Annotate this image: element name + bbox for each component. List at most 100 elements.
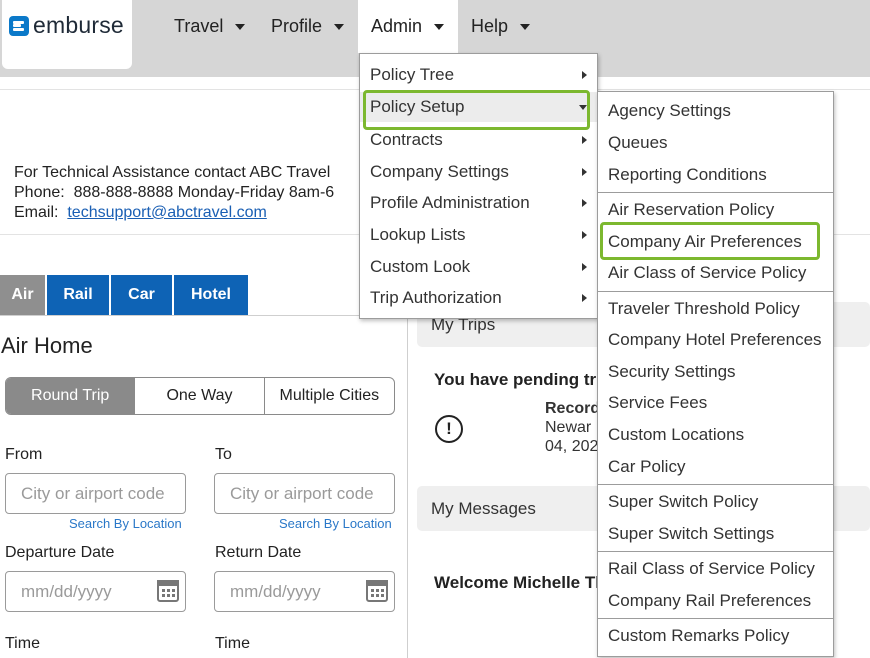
submenu-item-reporting-conditions[interactable]: Reporting Conditions	[598, 160, 833, 190]
record-title[interactable]: Record	[545, 400, 600, 418]
nav-profile[interactable]: Profile	[260, 0, 358, 53]
tech-support-block: For Technical Assistance contact ABC Tra…	[14, 163, 334, 223]
menu-item-label: Lookup Lists	[370, 225, 466, 244]
to-label: To	[215, 446, 232, 463]
record-route: Newar	[545, 419, 592, 436]
submenu-separator	[598, 618, 833, 619]
trip-type-toggle: Round Trip One Way Multiple Cities	[5, 377, 395, 415]
return-time-label: Time	[215, 635, 250, 652]
chevron-right-icon	[582, 263, 587, 271]
submenu-item-service-fees[interactable]: Service Fees	[598, 388, 833, 418]
one-way-option[interactable]: One Way	[135, 378, 265, 414]
phone-value: 888-888-8888 Monday-Friday 8am-6	[73, 184, 335, 201]
chevron-right-icon	[582, 294, 587, 302]
submenu-separator	[598, 291, 833, 292]
menu-item-profile-administration[interactable]: Profile Administration	[360, 188, 597, 218]
column-divider	[407, 316, 408, 658]
chevron-right-icon	[582, 71, 587, 79]
menu-item-label: Profile Administration	[370, 193, 530, 212]
submenu-item-custom-locations[interactable]: Custom Locations	[598, 420, 833, 450]
departure-time-label: Time	[5, 635, 40, 652]
chevron-right-icon	[582, 136, 587, 144]
round-trip-option[interactable]: Round Trip	[6, 378, 136, 414]
tab-rail[interactable]: Rail	[47, 275, 109, 315]
submenu-item-company-hotel-preferences[interactable]: Company Hotel Preferences	[598, 325, 833, 355]
menu-item-label: Policy Tree	[370, 65, 455, 84]
multiple-cities-option[interactable]: Multiple Cities	[265, 378, 394, 414]
submenu-item-queues[interactable]: Queues	[598, 128, 833, 158]
menu-item-custom-look[interactable]: Custom Look	[360, 252, 597, 282]
chevron-down-icon	[334, 23, 345, 30]
submenu-item-agency-settings[interactable]: Agency Settings	[598, 96, 833, 126]
welcome-message: Welcome Michelle Th	[434, 573, 606, 592]
menu-item-trip-authorization[interactable]: Trip Authorization	[360, 283, 597, 313]
submenu-separator	[598, 484, 833, 485]
tech-support-phone: Phone: 888-888-8888 Monday-Friday 8am-6	[14, 183, 334, 203]
menu-item-company-settings[interactable]: Company Settings	[360, 157, 597, 187]
departure-date-placeholder: mm/dd/yyyy	[21, 581, 112, 601]
menu-item-label: Custom Look	[370, 257, 471, 276]
from-input-placeholder: City or airport code	[21, 483, 165, 503]
tab-air[interactable]: Air	[0, 275, 45, 315]
nav-travel-label: Travel	[174, 16, 224, 36]
chevron-right-icon	[582, 199, 587, 207]
submenu-item-custom-remarks-policy[interactable]: Custom Remarks Policy	[598, 621, 833, 651]
return-date-label: Return Date	[215, 544, 302, 561]
menu-item-label: Company Settings	[370, 162, 509, 181]
menu-item-policy-tree[interactable]: Policy Tree	[360, 60, 597, 90]
submenu-item-air-reservation-policy[interactable]: Air Reservation Policy	[598, 195, 833, 225]
submenu-separator	[598, 551, 833, 552]
chevron-right-icon	[582, 168, 587, 176]
departure-date-label: Departure Date	[5, 544, 115, 561]
menu-item-label: Trip Authorization	[370, 288, 502, 307]
submenu-item-company-rail-preferences[interactable]: Company Rail Preferences	[598, 586, 833, 616]
calendar-icon[interactable]	[157, 580, 179, 602]
emburse-logo-icon	[9, 16, 29, 36]
submenu-item-super-switch-policy[interactable]: Super Switch Policy	[598, 487, 833, 517]
nav-travel[interactable]: Travel	[160, 0, 260, 53]
company-air-preferences-highlight	[600, 222, 820, 260]
to-input-placeholder: City or airport code	[230, 483, 374, 503]
from-search-by-location-link[interactable]: Search By Location	[69, 516, 182, 531]
support-email-link[interactable]: techsupport@abctravel.com	[67, 204, 266, 221]
brand-logo[interactable]: emburse	[2, 0, 132, 69]
nav-profile-label: Profile	[271, 16, 323, 36]
chevron-right-icon	[582, 231, 587, 239]
menu-item-label: Contracts	[370, 130, 443, 149]
tech-support-email: Email: techsupport@abctravel.com	[14, 203, 334, 223]
submenu-item-air-class-of-service-policy[interactable]: Air Class of Service Policy	[598, 258, 833, 288]
tabs-underline	[0, 315, 407, 316]
nav-admin[interactable]: Admin	[358, 0, 458, 53]
tab-hotel[interactable]: Hotel	[174, 275, 248, 315]
to-input[interactable]: City or airport code	[214, 473, 395, 514]
submenu-item-super-switch-settings[interactable]: Super Switch Settings	[598, 519, 833, 549]
submenu-item-security-settings[interactable]: Security Settings	[598, 357, 833, 387]
policy-setup-highlight	[363, 90, 590, 130]
from-label: From	[5, 446, 43, 463]
brand-name: emburse	[33, 12, 124, 38]
chevron-down-icon	[520, 23, 531, 30]
return-date-placeholder: mm/dd/yyyy	[230, 581, 321, 601]
tab-car[interactable]: Car	[111, 275, 172, 315]
page-title: Air Home	[1, 333, 93, 358]
nav-help-label: Help	[471, 16, 509, 36]
submenu-item-rail-class-of-service-policy[interactable]: Rail Class of Service Policy	[598, 554, 833, 584]
email-label: Email:	[14, 204, 59, 221]
calendar-icon[interactable]	[366, 580, 388, 602]
chevron-down-icon	[434, 23, 445, 30]
to-search-by-location-link[interactable]: Search By Location	[279, 516, 392, 531]
phone-label: Phone:	[14, 184, 65, 201]
alert-icon: !	[435, 415, 463, 443]
tech-support-heading: For Technical Assistance contact ABC Tra…	[14, 164, 331, 181]
travel-mode-tabs: Air Rail Car Hotel	[0, 275, 248, 315]
from-input[interactable]: City or airport code	[5, 473, 186, 514]
submenu-item-traveler-threshold-policy[interactable]: Traveler Threshold Policy	[598, 294, 833, 324]
submenu-separator	[598, 192, 833, 193]
my-messages-label: My Messages	[431, 498, 536, 518]
submenu-item-car-policy[interactable]: Car Policy	[598, 452, 833, 482]
chevron-down-icon	[235, 23, 246, 30]
nav-help[interactable]: Help	[458, 0, 548, 53]
pending-trips-text: You have pending tri	[434, 370, 601, 389]
menu-item-lookup-lists[interactable]: Lookup Lists	[360, 220, 597, 250]
nav-admin-label: Admin	[371, 16, 423, 36]
